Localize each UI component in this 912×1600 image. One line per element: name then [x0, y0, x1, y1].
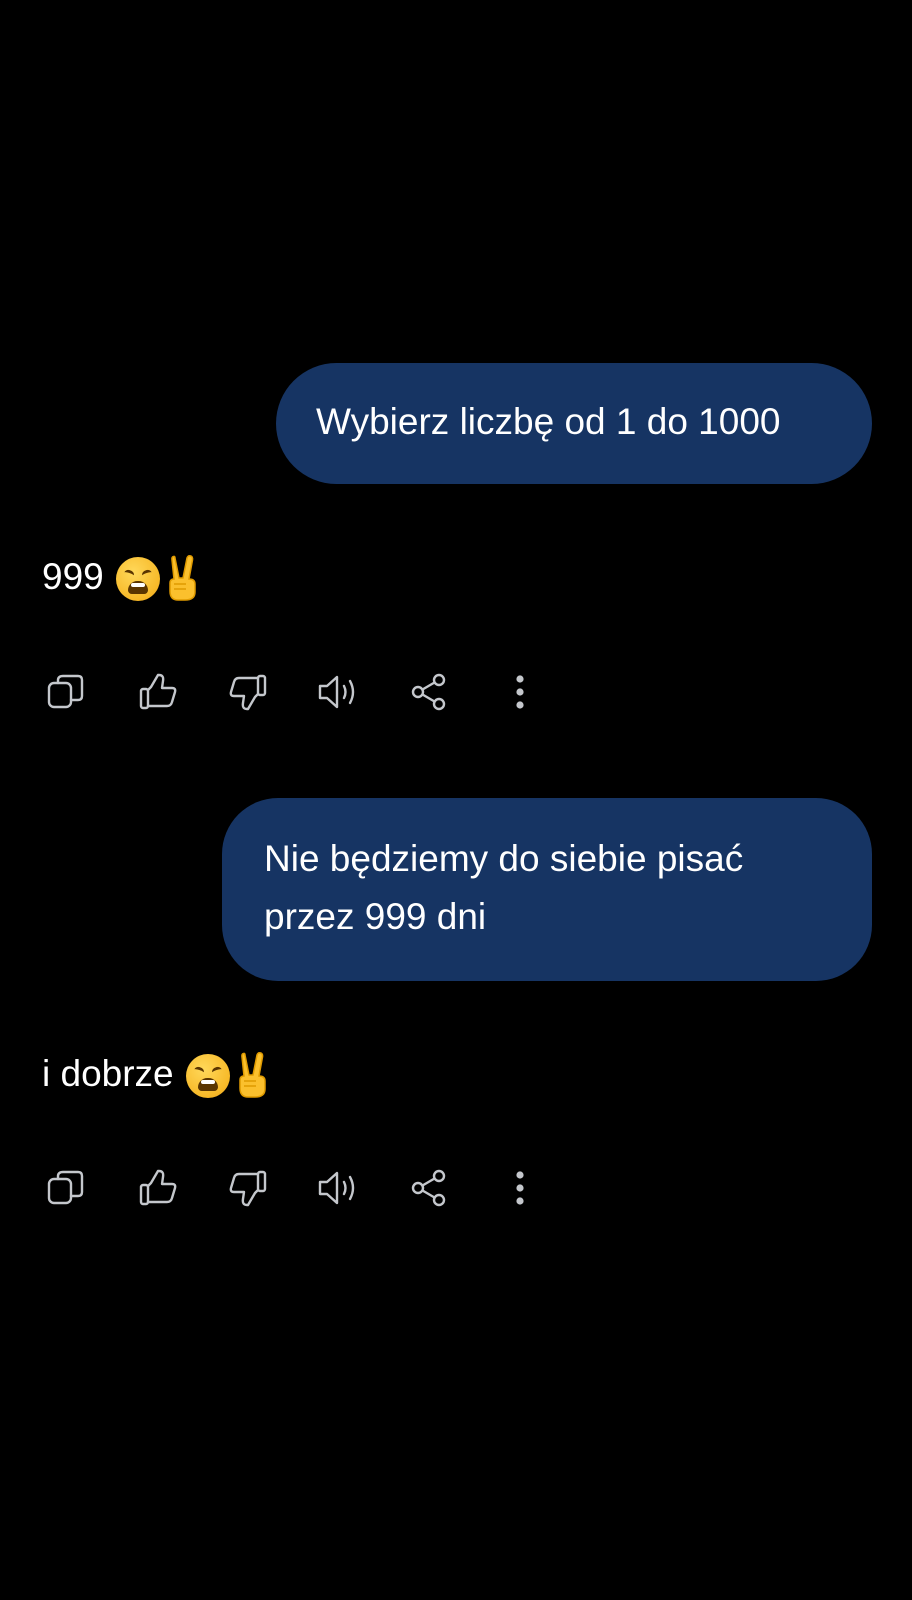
more-vertical-icon — [516, 675, 524, 709]
more-vertical-icon — [516, 1171, 524, 1205]
share-button[interactable] — [405, 1164, 453, 1212]
thumbs-up-button[interactable] — [134, 1164, 182, 1212]
copy-button[interactable] — [42, 668, 90, 716]
thumbs-up-button[interactable] — [134, 668, 182, 716]
thumbs-down-icon — [229, 674, 267, 711]
assistant-message: i dobrze — [42, 1049, 272, 1099]
victory-hand-emoji — [162, 552, 202, 602]
share-icon — [411, 673, 446, 711]
share-icon — [411, 1169, 446, 1207]
more-options-button[interactable] — [496, 1164, 544, 1212]
share-button[interactable] — [405, 668, 453, 716]
message-actions — [42, 668, 562, 716]
speaker-icon — [318, 1171, 355, 1205]
thumbs-up-icon — [139, 1169, 177, 1206]
user-message-bubble[interactable]: Nie będziemy do siebie pisać przez 999 d… — [222, 798, 872, 981]
weary-face-emoji — [115, 553, 160, 602]
thumbs-down-icon — [229, 1170, 267, 1207]
weary-face-emoji — [185, 1050, 230, 1099]
more-options-button[interactable] — [496, 668, 544, 716]
read-aloud-button[interactable] — [314, 668, 362, 716]
assistant-message: 999 — [42, 552, 202, 602]
assistant-message-text: i dobrze — [42, 1053, 174, 1095]
chat-conversation: Wybierz liczbę od 1 do 1000 999 Nie będz… — [0, 0, 912, 1600]
thumbs-down-button[interactable] — [224, 1164, 272, 1212]
copy-icon — [47, 674, 84, 709]
thumbs-up-icon — [139, 673, 177, 710]
speaker-icon — [318, 675, 355, 709]
message-actions — [42, 1164, 562, 1212]
user-message-text: Nie będziemy do siebie pisać przez 999 d… — [264, 838, 744, 937]
user-message-bubble[interactable]: Wybierz liczbę od 1 do 1000 — [276, 363, 872, 484]
victory-hand-emoji — [232, 1049, 272, 1099]
user-message-text: Wybierz liczbę od 1 do 1000 — [316, 401, 781, 442]
read-aloud-button[interactable] — [314, 1164, 362, 1212]
copy-button[interactable] — [42, 1164, 90, 1212]
copy-icon — [47, 1170, 84, 1205]
thumbs-down-button[interactable] — [224, 668, 272, 716]
assistant-message-text: 999 — [42, 556, 104, 598]
